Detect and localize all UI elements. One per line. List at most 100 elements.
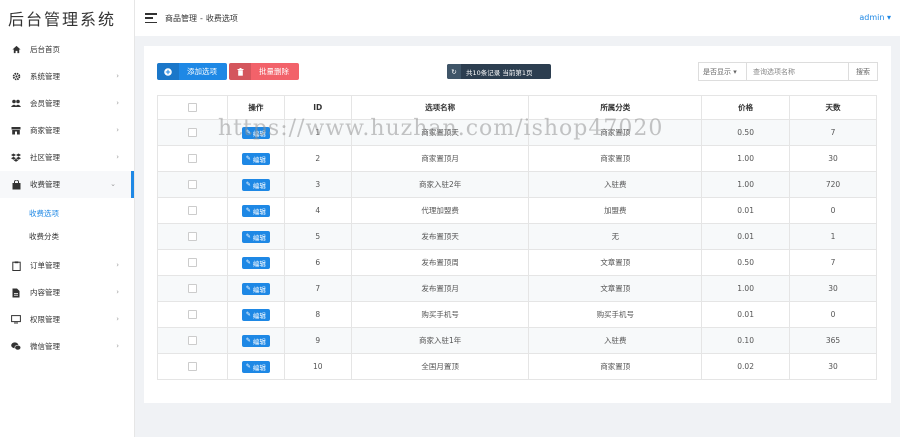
- row-id: 6: [283, 249, 352, 276]
- table-header-row: 操作 ID 选项名称 所属分类 价格 天数: [157, 95, 877, 120]
- bag-icon: [11, 179, 21, 190]
- column-header-price[interactable]: 价格: [701, 95, 791, 120]
- edit-label: 编辑: [252, 285, 266, 294]
- search-input[interactable]: 查询选项名称: [747, 63, 849, 80]
- edit-button[interactable]: ✎ 编辑: [241, 308, 270, 321]
- chevron-right-icon: ›: [116, 288, 119, 296]
- sidebar-item-permissions[interactable]: 权限管理 ›: [0, 306, 134, 333]
- refresh-icon[interactable]: ↻: [447, 64, 461, 79]
- row-checkbox[interactable]: [187, 362, 197, 372]
- table-row: ✎ 编辑 8 购买手机号 购买手机号 0.01 0: [157, 301, 877, 328]
- sidebar-item-label: 后台首页: [30, 45, 60, 54]
- search-button[interactable]: 搜索: [849, 67, 877, 77]
- table-row: ✎ 编辑 3 商家入驻2年 入驻费 1.00 720: [157, 171, 877, 198]
- column-header-days[interactable]: 天数: [789, 95, 877, 120]
- caret-down-icon: ▾: [884, 13, 891, 22]
- select-all-cell: [157, 95, 228, 120]
- row-actions-cell: ✎ 编辑: [226, 249, 285, 276]
- edit-button[interactable]: ✎ 编辑: [241, 282, 270, 295]
- row-checkbox[interactable]: [187, 310, 197, 320]
- sidebar-item-wechat[interactable]: 微信管理 ›: [0, 333, 134, 360]
- row-actions-cell: ✎ 编辑: [226, 223, 285, 250]
- chevron-right-icon: ›: [116, 126, 119, 134]
- table-row: ✎ 编辑 5 发布置顶天无 0.01 1: [157, 223, 877, 250]
- sidebar-subitem-fee-categories[interactable]: 收费分类: [0, 225, 134, 248]
- row-id: 5: [283, 223, 352, 250]
- row-days: 30: [789, 353, 877, 380]
- row-price: 0.01: [701, 301, 791, 328]
- row-checkbox[interactable]: [187, 128, 197, 138]
- row-days: 0: [789, 301, 877, 328]
- row-checkbox[interactable]: [187, 180, 197, 190]
- row-checkbox[interactable]: [187, 336, 197, 346]
- store-icon: [11, 126, 21, 136]
- row-checkbox[interactable]: [187, 154, 197, 164]
- row-checkbox[interactable]: [187, 206, 197, 216]
- row-id: 7: [283, 275, 352, 302]
- visibility-select[interactable]: 是否显示 ▾: [699, 63, 747, 80]
- edit-button[interactable]: ✎ 编辑: [241, 126, 270, 139]
- record-count-text: 共10条记录 当前第1页: [466, 68, 533, 77]
- app-logo: 后台管理系统: [8, 10, 117, 29]
- sidebar-item-merchants[interactable]: 商家管理 ›: [0, 117, 134, 144]
- row-actions-cell: ✎ 编辑: [226, 171, 285, 198]
- row-checkbox[interactable]: [187, 284, 197, 294]
- row-category: 商家置顶: [528, 145, 703, 172]
- row-actions-cell: ✎ 编辑: [226, 327, 285, 354]
- row-category: 无: [528, 223, 703, 250]
- edit-button[interactable]: ✎ 编辑: [241, 230, 270, 243]
- row-category: 购买手机号: [528, 301, 703, 328]
- top-bar: 商品管理 - 收费选项 admin ▾: [135, 0, 900, 36]
- edit-button[interactable]: ✎ 编辑: [241, 152, 270, 165]
- edit-button[interactable]: ✎ 编辑: [241, 334, 270, 347]
- row-category: 文章置顶: [528, 249, 703, 276]
- pencil-icon: ✎: [245, 155, 251, 162]
- sidebar-subitem-fee-options[interactable]: 收费选项: [0, 202, 134, 225]
- chevron-right-icon: ›: [116, 99, 119, 107]
- sidebar-item-orders[interactable]: 订单管理 ›: [0, 252, 134, 279]
- select-all-checkbox[interactable]: [187, 103, 197, 113]
- pencil-icon: ✎: [245, 337, 251, 344]
- row-select-cell: [157, 223, 228, 250]
- edit-label: 编辑: [252, 207, 266, 216]
- edit-label: 编辑: [252, 181, 266, 190]
- sidebar-item-community[interactable]: 社区管理 ›: [0, 144, 134, 171]
- edit-button[interactable]: ✎ 编辑: [241, 204, 270, 217]
- users-icon: [11, 99, 21, 109]
- row-id: 3: [283, 171, 352, 198]
- row-select-cell: [157, 353, 228, 380]
- edit-button[interactable]: ✎ 编辑: [241, 360, 270, 373]
- breadcrumb-item[interactable]: 商品管理: [165, 14, 197, 23]
- row-name: 发布置顶月: [350, 275, 530, 302]
- sidebar-item-content[interactable]: 内容管理 ›: [0, 279, 134, 306]
- row-category: 加盟费: [528, 197, 703, 224]
- table-row: ✎ 编辑 4 代理加盟费 加盟费 0.01 0: [157, 197, 877, 224]
- add-option-button[interactable]: 添加选项: [157, 63, 227, 80]
- row-select-cell: [157, 275, 228, 302]
- row-select-cell: [157, 301, 228, 328]
- sidebar-item-members[interactable]: 会员管理 ›: [0, 90, 134, 117]
- search-form: 是否显示 ▾ 查询选项名称 搜索: [698, 62, 878, 81]
- sidebar-item-fees[interactable]: 收费管理 ⌄: [0, 171, 134, 198]
- row-select-cell: [157, 145, 228, 172]
- sidebar-item-label: 内容管理: [30, 288, 60, 297]
- gear-icon: [11, 72, 21, 82]
- pencil-icon: ✎: [245, 207, 251, 214]
- row-days: 7: [789, 119, 877, 146]
- column-header-id[interactable]: ID: [283, 95, 352, 120]
- row-price: 0.10: [701, 327, 791, 354]
- menu-toggle-icon[interactable]: [145, 13, 157, 23]
- user-menu[interactable]: admin ▾: [859, 13, 891, 22]
- row-price: 0.50: [701, 249, 791, 276]
- pencil-icon: ✎: [245, 363, 251, 370]
- row-name: 发布置顶周: [350, 249, 530, 276]
- edit-button[interactable]: ✎ 编辑: [241, 256, 270, 269]
- sidebar-item-home[interactable]: 后台首页: [0, 36, 134, 63]
- row-actions-cell: ✎ 编辑: [226, 145, 285, 172]
- sidebar-item-system[interactable]: 系统管理 ›: [0, 63, 134, 90]
- pencil-icon: ✎: [245, 233, 251, 240]
- edit-button[interactable]: ✎ 编辑: [241, 178, 270, 191]
- row-checkbox[interactable]: [187, 258, 197, 268]
- row-checkbox[interactable]: [187, 232, 197, 242]
- batch-delete-button[interactable]: 批量删除: [229, 63, 299, 80]
